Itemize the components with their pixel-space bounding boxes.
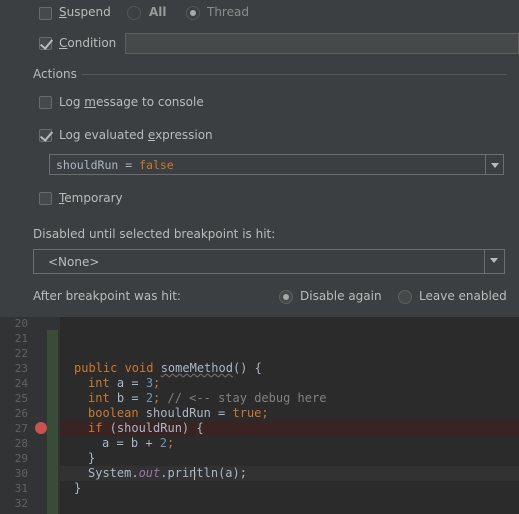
expression-input[interactable]: shouldRun = false [49, 154, 504, 175]
breakpoint-icon[interactable] [35, 422, 47, 434]
static-field: out [138, 466, 161, 480]
code-line-26: boolean shouldRun = true; [88, 406, 269, 421]
code-line-29: } [88, 451, 95, 466]
code-text: ; [167, 436, 175, 450]
suspend-label-rest: uspend [66, 5, 111, 19]
log-expression-label: Log evaluated expression [59, 128, 213, 142]
condition-checkbox[interactable] [39, 37, 52, 50]
keyword: int [88, 376, 110, 390]
code-line-24: int a = 3; [88, 376, 160, 391]
expression-op: = [118, 158, 140, 172]
line-number: 31 [14, 482, 28, 495]
line-number: 25 [14, 392, 28, 405]
actions-separator [82, 74, 507, 75]
code-text: ; [153, 391, 168, 405]
code-text: b = [109, 391, 146, 405]
leave-enabled-radio[interactable] [398, 290, 412, 304]
method-name: someMethod [160, 361, 233, 375]
code-text: a = [109, 376, 146, 390]
code-text: ; [261, 406, 269, 420]
condition-label: Condition [59, 36, 117, 50]
code-line-25: int b = 2; // <-- stay debug here [88, 391, 326, 406]
line-number: 20 [14, 317, 28, 330]
code-text: } [74, 481, 82, 495]
text-cursor [194, 467, 195, 480]
line-number: 24 [14, 377, 28, 390]
change-marker [47, 330, 58, 514]
disabled-until-label: Disabled until selected breakpoint is hi… [33, 227, 276, 241]
keyword: int [88, 391, 110, 405]
suspend-checkbox[interactable] [39, 7, 52, 20]
line-number: 28 [14, 437, 28, 450]
line-number: 27 [14, 422, 28, 435]
line-number: 29 [14, 452, 28, 465]
keyword: if [88, 421, 103, 435]
all-label: All [149, 5, 167, 19]
leave-enabled-label: Leave enabled [419, 289, 507, 303]
disable-again-label: Disable again [300, 289, 382, 303]
code-text: shouldRun = [138, 406, 233, 420]
line-number: 32 [14, 497, 28, 510]
keyword: public void [74, 361, 161, 375]
line-number: 21 [14, 332, 28, 345]
condition-input[interactable] [125, 33, 519, 54]
log-message-label: Log message to console [59, 95, 204, 109]
expression-dropdown-arrow-icon[interactable] [485, 155, 503, 174]
expression-text: shouldRun = false [56, 158, 174, 172]
code-line-23: public void someMethod() { [74, 361, 262, 376]
code-text: System. [88, 466, 139, 480]
temporary-label: Temporary [59, 191, 123, 205]
disable-again-radio[interactable] [279, 290, 293, 304]
keyword: boolean [88, 406, 139, 420]
thread-label: Thread [207, 5, 249, 19]
line-number: 22 [14, 347, 28, 360]
actions-section-title: Actions [33, 67, 77, 81]
number-literal: 2 [145, 391, 154, 405]
breakpoint-select[interactable]: <None> [33, 249, 505, 274]
code-line-27: if (shouldRun) { [88, 421, 204, 436]
code-text: (shouldRun) { [102, 421, 204, 435]
code-text: () { [232, 361, 262, 375]
comment: // <-- stay debug here [167, 391, 327, 405]
all-radio[interactable] [127, 6, 141, 20]
expression-val: false [139, 158, 174, 172]
number-literal: 3 [145, 376, 154, 390]
code-line-31: } [74, 481, 81, 496]
breakpoint-select-value: <None> [48, 255, 100, 269]
log-expression-checkbox[interactable] [39, 129, 52, 142]
line-number: 23 [14, 362, 28, 375]
keyword: true [232, 406, 262, 420]
code-text: ; [153, 376, 161, 390]
breakpoint-select-arrow-icon[interactable] [484, 250, 504, 273]
temporary-checkbox[interactable] [39, 192, 52, 205]
code-text: } [88, 451, 96, 465]
expression-var: shouldRun [56, 158, 119, 172]
suspend-label: Suspend [59, 5, 111, 19]
number-literal: 2 [159, 436, 168, 450]
code-line-28: a = b + 2; [102, 436, 174, 451]
code-text: .println(a); [160, 466, 247, 480]
code-line-30: System.out.println(a); [88, 466, 247, 481]
code-editor[interactable]: 20 21 22 23 24 25 26 27 28 29 30 31 32 p… [0, 317, 519, 514]
line-number: 30 [14, 467, 28, 480]
after-hit-label: After breakpoint was hit: [33, 289, 181, 303]
log-message-checkbox[interactable] [39, 96, 52, 109]
thread-radio[interactable] [186, 6, 200, 20]
line-number: 26 [14, 407, 28, 420]
code-text: a = b + [102, 436, 160, 450]
